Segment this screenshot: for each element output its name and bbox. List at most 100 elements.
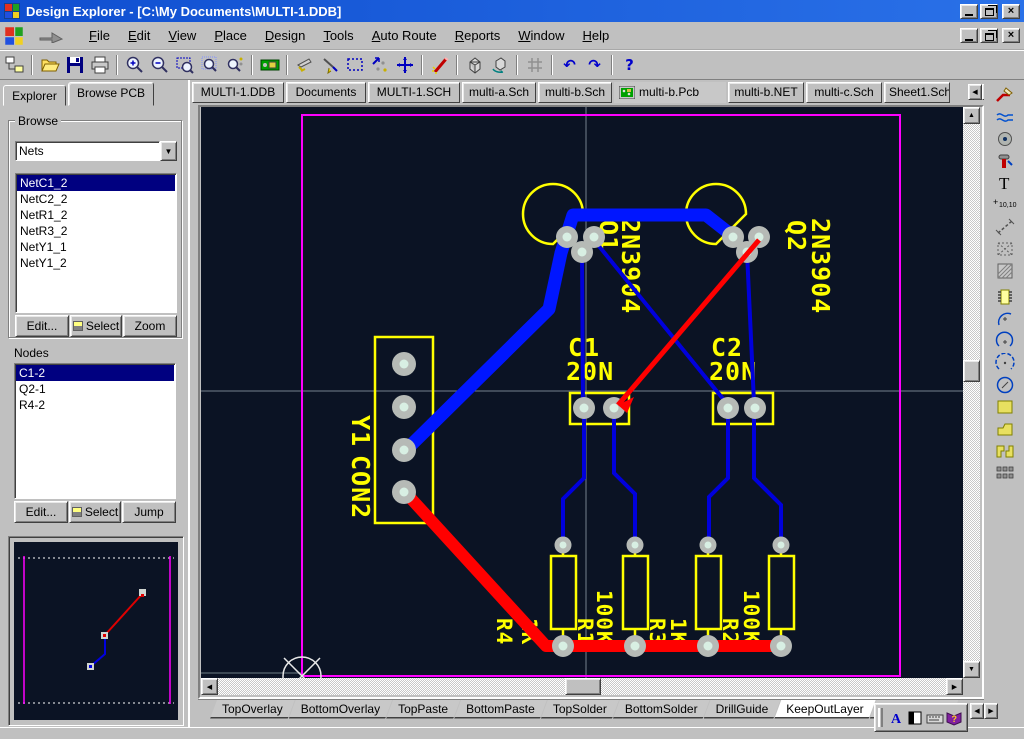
menu-place[interactable]: Place — [205, 25, 256, 46]
zoom-out-icon[interactable] — [147, 53, 172, 77]
net-edit-button[interactable]: Edit... — [15, 315, 69, 337]
layer-tab-topsolder[interactable]: TopSolder — [541, 700, 619, 719]
3d-rotate-icon[interactable] — [487, 53, 512, 77]
menu-file[interactable]: File — [80, 25, 119, 46]
browse-mode-value[interactable]: Nets — [15, 141, 160, 161]
net-list[interactable]: NetC1_2 NetC2_2 NetR1_2 NetR3_2 NetY1_1 … — [15, 173, 177, 313]
net-select-button[interactable]: Select — [70, 315, 122, 337]
zoom-window-icon[interactable] — [172, 53, 197, 77]
close-button[interactable]: × — [1002, 4, 1020, 19]
doc-tab-multi1-sch[interactable]: MULTI-1.SCH — [368, 82, 460, 103]
list-item[interactable]: NetY1_1 — [17, 239, 175, 255]
layer-tab-topoverlay[interactable]: TopOverlay — [210, 700, 295, 719]
title-bar[interactable]: Design Explorer - [C:\My Documents\MULTI… — [0, 0, 1024, 22]
mdi-close-button[interactable]: × — [1002, 28, 1020, 43]
doc-tab-scroll-left-icon[interactable]: ◀ — [968, 84, 982, 100]
print-icon[interactable] — [87, 53, 112, 77]
zoom-selection-icon[interactable] — [222, 53, 247, 77]
board-preview-thumbnail[interactable] — [14, 542, 178, 720]
place-arc-edge-icon[interactable] — [992, 308, 1018, 329]
text-tool-icon[interactable]: A — [886, 708, 906, 728]
menu-reports[interactable]: Reports — [446, 25, 510, 46]
menu-window[interactable]: Window — [509, 25, 573, 46]
combo-dropdown-icon[interactable]: ▼ — [160, 141, 177, 161]
place-bus-icon[interactable] — [992, 106, 1018, 127]
horizontal-scroll-thumb[interactable] — [565, 678, 601, 695]
toolbar-grip-handle[interactable] — [878, 708, 883, 727]
net-zoom-button[interactable]: Zoom — [123, 315, 177, 337]
explorer-panel-toggle-icon[interactable] — [2, 53, 27, 77]
place-dimension-icon[interactable] — [992, 216, 1018, 237]
selection-area-icon[interactable] — [342, 53, 367, 77]
place-circle-icon[interactable] — [992, 374, 1018, 395]
menu-edit[interactable]: Edit — [119, 25, 159, 46]
zoom-document-icon[interactable] — [197, 53, 222, 77]
vertical-scroll-thumb[interactable] — [963, 360, 980, 382]
node-jump-button[interactable]: Jump — [122, 501, 176, 523]
node-list[interactable]: C1-2 Q2-1 R4-2 — [14, 363, 176, 499]
node-select-button[interactable]: Select — [69, 501, 121, 523]
scroll-right-icon[interactable]: ▶ — [946, 678, 963, 695]
doc-tab-documents[interactable]: Documents — [286, 82, 366, 103]
menu-view[interactable]: View — [159, 25, 205, 46]
list-item[interactable]: NetR3_2 — [17, 223, 175, 239]
list-item[interactable]: C1-2 — [16, 365, 174, 381]
place-coordinate-icon[interactable]: +10,10 — [992, 194, 1018, 215]
help-book-icon[interactable]: ? — [944, 708, 964, 728]
place-room-icon[interactable] — [992, 238, 1018, 259]
mdi-restore-button[interactable] — [980, 28, 998, 43]
place-via-icon[interactable] — [992, 150, 1018, 171]
place-polygon-pour-icon[interactable] — [992, 418, 1018, 439]
undo-icon[interactable]: ↶ — [557, 53, 582, 77]
board-preview[interactable] — [8, 536, 184, 726]
menu-help[interactable]: Help — [574, 25, 619, 46]
list-item[interactable]: NetR1_2 — [17, 207, 175, 223]
place-fill-icon[interactable] — [992, 396, 1018, 417]
browse-mode-combo[interactable]: Nets ▼ — [15, 141, 177, 161]
layer-tab-drillguide[interactable]: DrillGuide — [704, 700, 781, 719]
place-component-icon[interactable] — [992, 286, 1018, 307]
list-item[interactable]: NetC1_2 — [17, 175, 175, 191]
doc-tab-multi1-ddb[interactable]: MULTI-1.DDB — [192, 82, 284, 103]
list-item[interactable]: Q2-1 — [16, 381, 174, 397]
list-item[interactable]: R4-2 — [16, 397, 174, 413]
place-string-icon[interactable]: T — [992, 172, 1018, 193]
knife-break-icon[interactable] — [292, 53, 317, 77]
help-icon[interactable]: ? — [617, 53, 642, 77]
mdi-minimize-button[interactable] — [960, 28, 978, 43]
zoom-in-icon[interactable] — [122, 53, 147, 77]
layer-tab-toppaste[interactable]: TopPaste — [386, 700, 460, 719]
floating-mini-toolbar[interactable]: A ? — [874, 703, 968, 732]
place-hatched-fill-icon[interactable] — [992, 260, 1018, 281]
paste-array-icon[interactable] — [992, 462, 1018, 483]
menu-design[interactable]: Design — [256, 25, 314, 46]
redo-icon[interactable]: ↷ — [582, 53, 607, 77]
layer-tab-bottompaste[interactable]: BottomPaste — [454, 700, 547, 719]
place-arc-center-icon[interactable] — [992, 330, 1018, 351]
cross-probe-icon[interactable] — [392, 53, 417, 77]
place-split-plane-icon[interactable] — [992, 440, 1018, 461]
doc-tab-multi-b-pcb[interactable]: multi-b.Pcb — [614, 82, 726, 103]
doc-tab-sheet1-sch[interactable]: Sheet1.Sch — [884, 82, 950, 103]
scroll-down-icon[interactable]: ▼ — [963, 661, 980, 678]
pcb-canvas[interactable]: C1 20N C2 20N Q1 2N3904 Q2 2N3904 Y1 CON… — [201, 107, 963, 678]
toggle-grid-icon[interactable] — [522, 53, 547, 77]
3d-view-icon[interactable] — [462, 53, 487, 77]
doc-tab-multi-b-sch[interactable]: multi-b.Sch — [538, 82, 612, 103]
scroll-up-icon[interactable]: ▲ — [963, 107, 980, 124]
move-selection-icon[interactable] — [367, 53, 392, 77]
place-track-icon[interactable] — [992, 84, 1018, 105]
open-document-icon[interactable] — [37, 53, 62, 77]
doc-tab-multi-a-sch[interactable]: multi-a.Sch — [462, 82, 536, 103]
layer-tab-keepoutlayer[interactable]: KeepOutLayer — [774, 700, 875, 719]
menu-auto-route[interactable]: Auto Route — [363, 25, 446, 46]
navigate-arrow-icon[interactable] — [38, 29, 64, 43]
layer-tab-bottomsolder[interactable]: BottomSolder — [613, 700, 710, 719]
node-edit-button[interactable]: Edit... — [14, 501, 68, 523]
browse-components-icon[interactable] — [257, 53, 282, 77]
list-item[interactable]: NetY1_2 — [17, 255, 175, 271]
restore-button[interactable] — [980, 4, 998, 19]
place-arc-angle-icon[interactable] — [992, 352, 1018, 373]
doc-tab-multi-b-net[interactable]: multi-b.NET — [728, 82, 804, 103]
tab-browse-pcb[interactable]: Browse PCB — [68, 82, 154, 106]
